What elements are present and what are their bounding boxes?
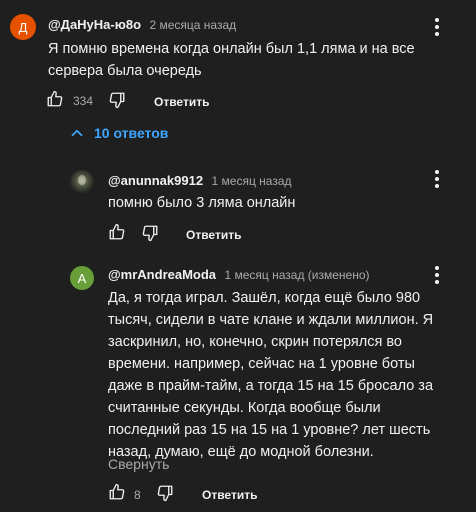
- comment-text: помню было 3 ляма онлайн: [108, 195, 296, 211]
- avatar-letter: Д: [18, 19, 28, 35]
- reply-button[interactable]: Ответить: [186, 228, 241, 242]
- thumb-down-icon: [109, 92, 125, 109]
- like-button[interactable]: [108, 223, 126, 241]
- comment-header: @ДаНуНа-ю8о 2 месяца назад: [48, 16, 236, 34]
- dislike-button[interactable]: [108, 91, 126, 109]
- comment-time[interactable]: 2 месяца назад: [149, 18, 236, 32]
- kebab-dot-icon: [435, 280, 439, 284]
- kebab-dot-icon: [435, 18, 439, 22]
- thumb-down-icon: [142, 225, 158, 242]
- avatar[interactable]: [70, 170, 94, 194]
- thumb-up-icon: [47, 90, 63, 107]
- comment-menu-button[interactable]: [429, 16, 445, 36]
- like-count: 8: [134, 488, 141, 502]
- kebab-dot-icon: [435, 25, 439, 29]
- comment-header: @anunnak9912 1 месяц назад: [108, 172, 292, 190]
- kebab-dot-icon: [435, 266, 439, 270]
- kebab-dot-icon: [435, 170, 439, 174]
- comment-text: Я помню времена когда онлайн был 1,1 лям…: [48, 41, 415, 79]
- comment-time[interactable]: 1 месяц назад: [212, 174, 292, 188]
- comment-menu-button[interactable]: [429, 168, 445, 188]
- avatar[interactable]: A: [70, 266, 94, 290]
- kebab-dot-icon: [435, 32, 439, 36]
- comment-header: @mrAndreaModa 1 месяц назад (изменено): [108, 266, 370, 284]
- comment-text: Да, я тогда играл. Зашёл, когда ещё было…: [108, 290, 434, 460]
- dislike-button[interactable]: [156, 484, 174, 502]
- like-button[interactable]: [46, 90, 64, 108]
- thumb-up-icon: [109, 483, 125, 500]
- replies-toggle-button[interactable]: 10 ответов: [66, 124, 168, 142]
- kebab-dot-icon: [435, 177, 439, 181]
- thumb-down-icon: [157, 485, 173, 502]
- comment-author[interactable]: @mrAndreaModa: [108, 267, 216, 282]
- avatar[interactable]: Д: [10, 14, 36, 40]
- profile-photo-icon: [78, 175, 86, 185]
- reply-button[interactable]: Ответить: [154, 95, 209, 109]
- kebab-dot-icon: [435, 273, 439, 277]
- comment-time[interactable]: 1 месяц назад (изменено): [224, 268, 369, 282]
- reply-button[interactable]: Ответить: [202, 488, 257, 502]
- chevron-up-icon: [71, 129, 83, 137]
- kebab-dot-icon: [435, 184, 439, 188]
- like-button[interactable]: [108, 483, 126, 501]
- like-count: 334: [73, 94, 94, 108]
- avatar-letter: A: [77, 270, 87, 286]
- dislike-button[interactable]: [141, 224, 159, 242]
- collapse-button[interactable]: Свернуть: [108, 456, 169, 472]
- comment-author[interactable]: @anunnak9912: [108, 173, 203, 188]
- thumb-up-icon: [109, 223, 125, 240]
- replies-toggle-label: 10 ответов: [94, 125, 169, 141]
- comment-author[interactable]: @ДаНуНа-ю8о: [48, 17, 141, 32]
- comment-menu-button[interactable]: [429, 264, 445, 284]
